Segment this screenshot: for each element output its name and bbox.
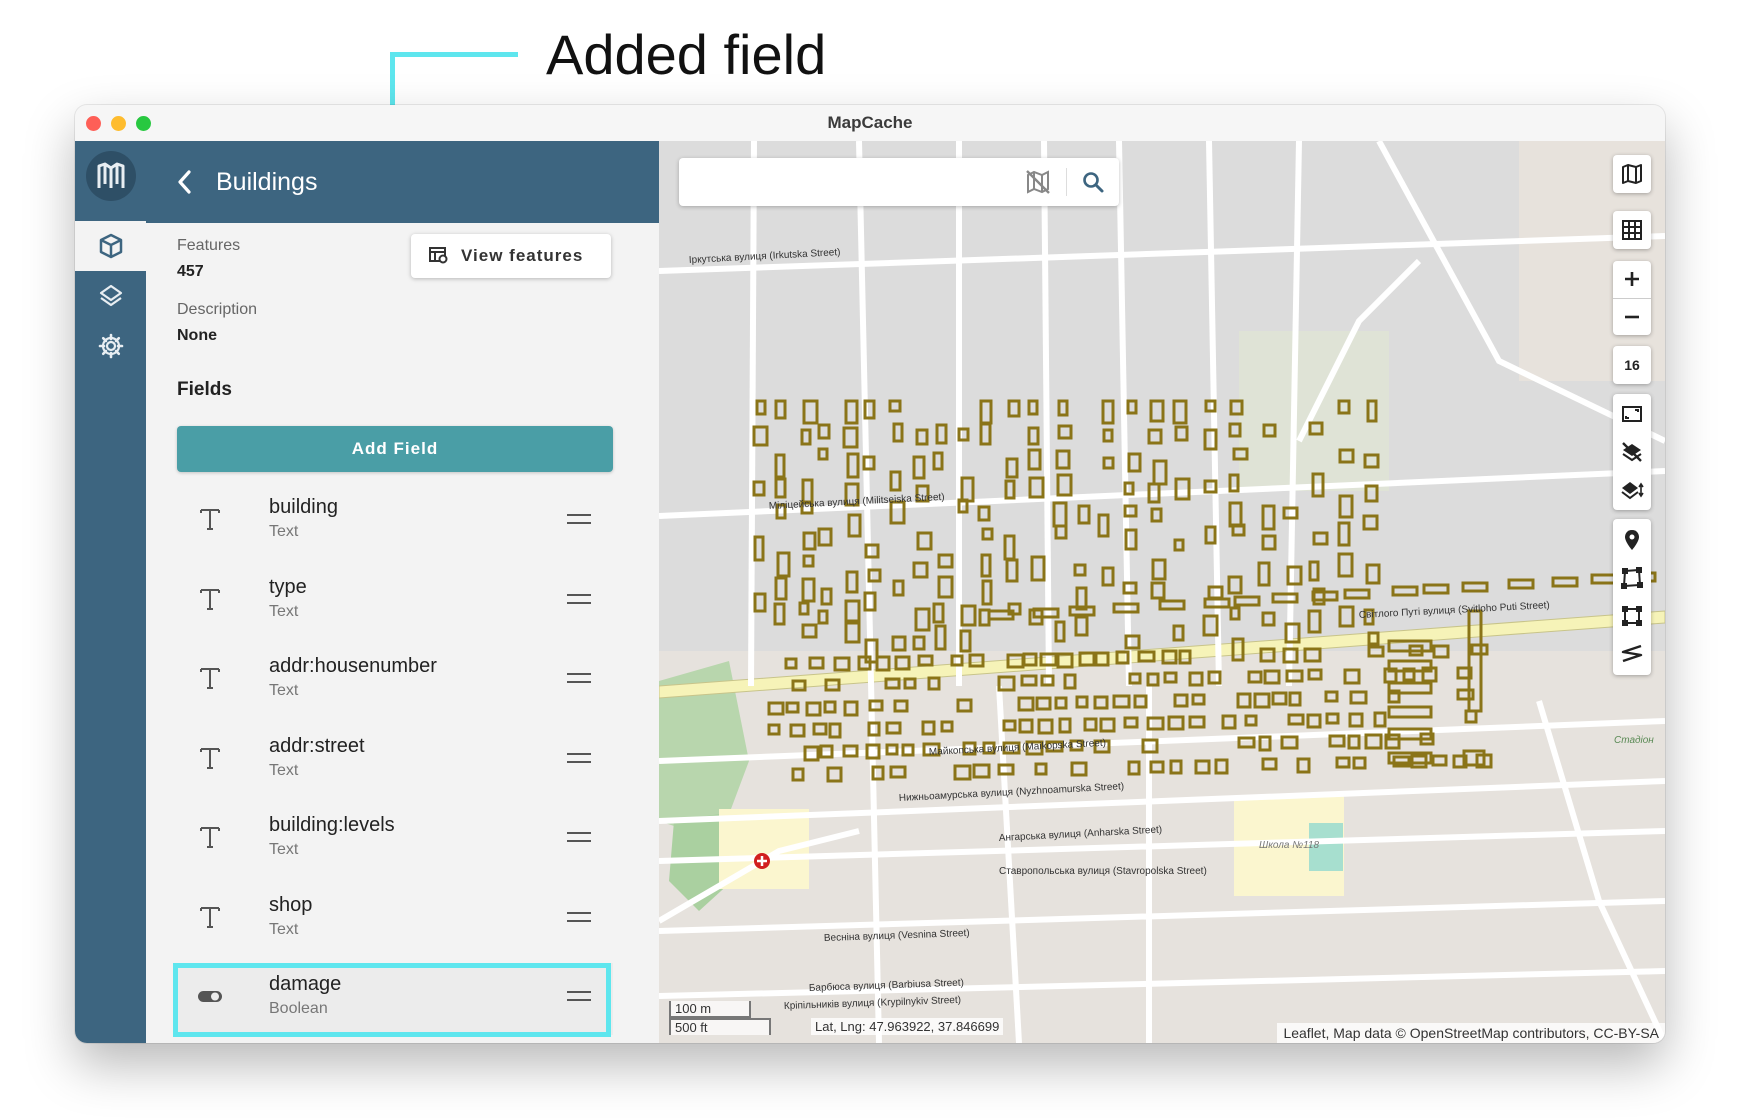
layer-detail-panel: Buildings Features 457 Description None … (146, 141, 724, 1043)
text-type-icon (200, 827, 220, 848)
drag-handle-icon[interactable] (567, 752, 591, 767)
nav-rail (75, 141, 146, 1043)
field-type: Text (269, 920, 299, 938)
map-logo-icon (97, 162, 125, 188)
map-scale: 100 m 500 ft (669, 1001, 771, 1035)
page-title: Buildings (216, 168, 318, 196)
cursor-coordinates: Lat, Lng: 47.963922, 37.846699 (811, 1018, 1004, 1035)
annotation-label: Added field (546, 23, 827, 86)
fit-extent-button[interactable] (1613, 395, 1651, 433)
grid-icon (1622, 220, 1642, 240)
drag-handle-icon[interactable] (567, 514, 591, 528)
field-name: building:levels (269, 814, 395, 836)
scale-metric: 100 m (669, 1001, 751, 1018)
draw-polygon-button[interactable] (1613, 559, 1651, 597)
text-type-icon (200, 906, 220, 928)
plus-icon (1625, 272, 1639, 287)
back-arrow-icon[interactable] (174, 169, 196, 195)
field-type: Text (269, 523, 299, 540)
draw-rectangle-button[interactable] (1613, 597, 1651, 635)
drag-handle-icon[interactable] (567, 593, 591, 608)
basemap-button[interactable] (1613, 155, 1651, 193)
drag-handle-icon[interactable] (567, 673, 591, 687)
poi-label: Стадіон (1614, 735, 1654, 746)
polygon-icon (1621, 567, 1643, 589)
description-label: Description (177, 301, 258, 318)
window-title: MapCache (827, 113, 913, 132)
zoom-level-value: 16 (1624, 357, 1640, 373)
street-label: Ставропольська вулиця (Stavropolska Stre… (999, 866, 1207, 877)
drawing-tools-group (1613, 519, 1651, 675)
field-name: shop (269, 893, 313, 916)
poi-label: Школа №118 (1259, 840, 1319, 851)
added-field-highlight (173, 963, 611, 1037)
field-name: building (269, 496, 338, 518)
field-list-item[interactable]: addr:housenumber Text (177, 645, 613, 717)
field-list-item[interactable]: addr:street Text (177, 725, 613, 797)
fit-extent-icon (1622, 406, 1642, 422)
field-type: Text (269, 682, 299, 699)
map-attribution[interactable]: Leaflet, Map data © OpenStreetMap contri… (1277, 1023, 1665, 1043)
text-type-icon (200, 747, 220, 769)
map-view[interactable]: Іркутська вулиця (Irkutska Street) Міліц… (659, 141, 1665, 1043)
fields-heading: Fields (177, 379, 232, 400)
field-list-item[interactable]: building:levels Text (177, 804, 613, 876)
search-icon[interactable] (1081, 170, 1105, 194)
draw-point-button[interactable] (1613, 521, 1651, 559)
field-type: Text (269, 602, 299, 620)
minus-icon (1625, 315, 1639, 319)
title-bar: MapCache (75, 105, 1665, 142)
layers-off-icon (1622, 442, 1642, 462)
drag-handle-icon[interactable] (567, 832, 591, 846)
zoom-in-button[interactable] (1613, 261, 1651, 299)
scale-imperial: 500 ft (669, 1018, 771, 1035)
app-window: MapCache Buildings Features 457 Descript… (75, 105, 1665, 1043)
field-list-item[interactable]: type Text (177, 566, 613, 638)
view-features-label: View features (461, 246, 584, 265)
view-features-button[interactable]: View features (411, 234, 611, 278)
text-type-icon (200, 509, 220, 530)
layers-icon (99, 284, 122, 307)
field-name: addr:housenumber (269, 655, 437, 677)
zoom-control (1613, 261, 1651, 335)
field-type: Text (269, 761, 299, 779)
drag-handle-icon[interactable] (567, 911, 591, 926)
text-type-icon (200, 668, 220, 689)
search-divider (1066, 168, 1067, 196)
map-off-icon[interactable] (1025, 169, 1051, 195)
reorder-layers-button[interactable] (1613, 471, 1651, 509)
zoom-level-indicator: 16 (1613, 346, 1651, 384)
polyline-icon (1621, 644, 1643, 663)
tab-features[interactable] (75, 221, 146, 271)
draw-line-button[interactable] (1613, 635, 1651, 673)
map-marker-icon (1625, 530, 1639, 550)
field-name: addr:street (269, 734, 365, 757)
description-value: None (177, 327, 217, 344)
mapcache-logo[interactable] (86, 151, 136, 201)
grid-button[interactable] (1613, 211, 1651, 249)
hide-layers-button[interactable] (1613, 433, 1651, 471)
table-view-icon (429, 247, 448, 264)
annotation-connector-top (390, 52, 518, 57)
tab-settings[interactable] (75, 321, 146, 371)
layers-reorder-icon (1621, 482, 1644, 500)
cube-icon (99, 233, 122, 259)
zoom-out-button[interactable] (1613, 299, 1651, 336)
add-field-button[interactable]: Add Field (177, 426, 613, 472)
panel-header: Buildings (146, 141, 659, 223)
gear-icon (98, 333, 123, 359)
features-count: 457 (177, 263, 204, 280)
field-name: type (269, 575, 307, 598)
features-label: Features (177, 237, 241, 254)
field-list-item[interactable]: building Text (177, 486, 613, 558)
text-type-icon (200, 588, 220, 610)
map-tiles[interactable]: Іркутська вулиця (Irkutska Street) Міліц… (659, 141, 1665, 1043)
field-type: Text (269, 841, 299, 858)
rectangle-icon (1622, 606, 1642, 626)
map-icon (1622, 164, 1642, 184)
field-list-item[interactable]: shop Text (177, 884, 613, 956)
layer-tools-group (1613, 394, 1651, 510)
tab-layers[interactable] (75, 271, 146, 321)
map-search-bar[interactable] (679, 158, 1119, 206)
